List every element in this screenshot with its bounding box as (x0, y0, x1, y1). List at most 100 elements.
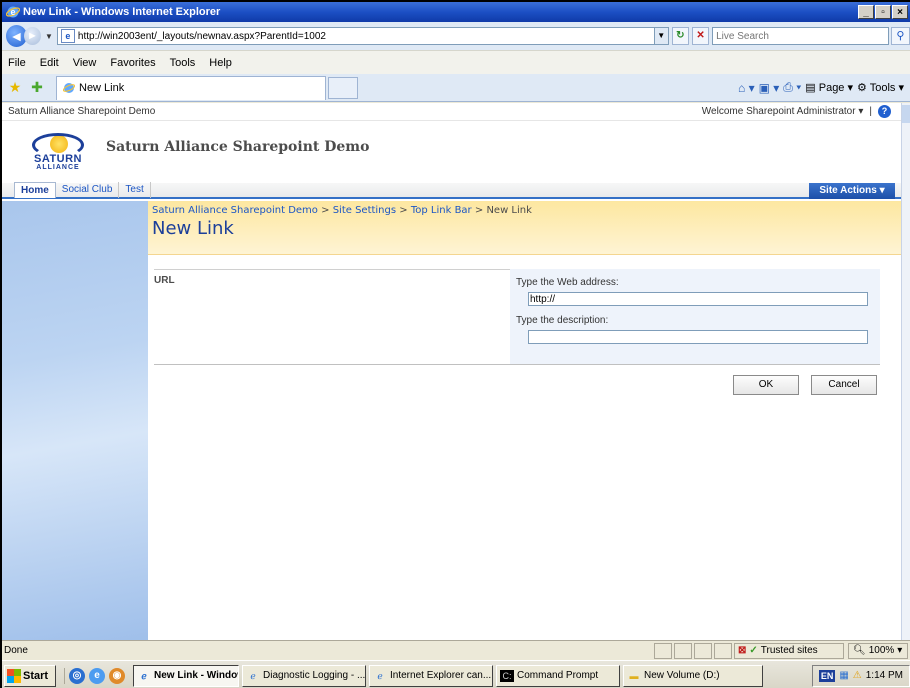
tab-new-link[interactable]: New Link (56, 75, 326, 100)
web-address-input[interactable] (528, 292, 868, 306)
nav-test[interactable]: Test (119, 182, 151, 198)
logo-subtext: ALLIANCE (36, 164, 80, 171)
breadcrumb-separator: > (399, 205, 408, 216)
status-bar: Done ⊠ ✓ Trusted sites 🔍︎ 100% ▾ (2, 640, 910, 660)
title-bar: e New Link - Windows Internet Explorer _… (2, 2, 910, 22)
maximize-button[interactable]: ▫ (875, 5, 891, 19)
welcome-menu[interactable]: Welcome Sharepoint Administrator ▾ (702, 106, 864, 117)
taskbar-label: New Volume (D:) (644, 670, 720, 681)
breadcrumb-top-link-bar[interactable]: Top Link Bar (411, 205, 472, 216)
blocked-icon: ⊠ (738, 645, 747, 656)
zoom-control[interactable]: 🔍︎ 100% ▾ (848, 642, 908, 659)
start-label: Start (23, 669, 49, 682)
zone-label: Trusted sites (760, 645, 818, 656)
help-icon[interactable]: ? (878, 105, 891, 118)
taskbar-label: Diagnostic Logging - ... (263, 670, 366, 681)
show-desktop-icon[interactable]: ◎ (69, 667, 85, 684)
menu-help[interactable]: Help (209, 57, 232, 69)
taskbar-ie-cannot[interactable]: ℯ Internet Explorer can... (369, 664, 493, 687)
ie-task-icon: ℯ (377, 670, 383, 681)
site-actions-label: Site Actions (819, 185, 877, 196)
ie-quicklaunch-icon[interactable]: e (89, 667, 105, 684)
print-icon[interactable]: ⎙ ▾ (783, 80, 801, 95)
system-tray: EN ▦ ⚠ 1:14 PM (811, 664, 910, 687)
trusted-check-icon: ✓ (749, 645, 758, 656)
taskbar-new-link[interactable]: ℯ New Link - Window... (133, 664, 239, 687)
breadcrumb-site-settings[interactable]: Site Settings (333, 205, 396, 216)
address-url[interactable]: http://win2003ent/_layouts/newnav.aspx?P… (78, 31, 654, 42)
folder-icon: ▬ (629, 670, 639, 681)
menu-file[interactable]: File (8, 57, 26, 69)
page-icon: e (60, 29, 75, 43)
breadcrumb-separator: > (321, 205, 330, 216)
url-fields: Type the Web address: Type the descripti… (510, 269, 880, 364)
menu-tools[interactable]: Tools (170, 57, 196, 69)
taskbar-new-volume[interactable]: ▬ New Volume (D:) (623, 664, 763, 687)
search-icon[interactable]: ⚲ (890, 27, 910, 45)
address-dropdown-icon[interactable]: ▼ (653, 28, 668, 44)
saturn-logo[interactable]: SATURN ALLIANCE (30, 129, 86, 175)
feeds-icon[interactable]: ▣ ▾ (759, 81, 780, 95)
site-link-top[interactable]: Saturn Alliance Sharepoint Demo (8, 106, 155, 117)
breadcrumb-current: New Link (486, 205, 532, 216)
breadcrumb-site[interactable]: Saturn Alliance Sharepoint Demo (152, 205, 318, 216)
ie-tab-icon (63, 83, 75, 93)
left-navigation (2, 201, 148, 640)
breadcrumb-separator: > (474, 205, 484, 216)
description-input[interactable] (528, 330, 868, 344)
tab-bar: ★ ✚ New Link ⌂ ▾ ▣ ▾ ⎙ ▾ ▤ Page ▾ ⚙ Tool… (2, 74, 910, 102)
add-favorites-icon[interactable]: ✚ (28, 79, 46, 96)
page-title: New Link (152, 218, 234, 239)
browser-window: e New Link - Windows Internet Explorer _… (0, 0, 910, 688)
security-alert-icon[interactable]: ⚠ (853, 670, 862, 681)
network-icon[interactable]: ▦ (839, 670, 848, 681)
page-menu[interactable]: ▤ Page ▾ (805, 81, 853, 94)
address-toolbar: ◄ ► ▼ e http://win2003ent/_layouts/newna… (2, 22, 910, 50)
zoom-icon: 🔍︎ (853, 645, 866, 656)
home-icon[interactable]: ⌂ ▾ (738, 81, 755, 95)
search-input[interactable] (713, 30, 888, 42)
menu-favorites[interactable]: Favorites (110, 57, 155, 69)
zoom-level: 100% (868, 645, 895, 656)
command-bar: ⌂ ▾ ▣ ▾ ⎙ ▾ ▤ Page ▾ ⚙ Tools ▾ (738, 80, 904, 95)
window-title: New Link - Windows Internet Explorer (23, 6, 221, 18)
forward-icon[interactable]: ► (23, 27, 41, 45)
favorites-star-icon[interactable]: ★ (6, 79, 24, 96)
vertical-scrollbar[interactable] (901, 103, 910, 640)
taskbar-command-prompt[interactable]: C: Command Prompt (496, 664, 620, 687)
tools-menu-label: Tools (869, 82, 896, 94)
ok-button[interactable]: OK (733, 375, 799, 395)
new-tab-button[interactable] (328, 76, 358, 99)
address-field[interactable]: e http://win2003ent/_layouts/newnav.aspx… (56, 27, 669, 45)
taskbar-label: Internet Explorer can... (390, 670, 492, 681)
main-content: Saturn Alliance Sharepoint Demo > Site S… (148, 201, 901, 640)
language-indicator[interactable]: EN (818, 669, 836, 682)
taskbar-label: New Link - Window... (154, 670, 238, 681)
separator: | (869, 106, 872, 117)
search-box[interactable] (712, 27, 889, 45)
ie-task-icon: ℯ (250, 670, 256, 681)
svg-text:e: e (10, 7, 15, 17)
sharepoint-top-bar: Saturn Alliance Sharepoint Demo Welcome … (2, 103, 901, 121)
history-dropdown-icon[interactable]: ▼ (45, 32, 53, 41)
page-body: Saturn Alliance Sharepoint Demo > Site S… (2, 201, 901, 640)
menu-edit[interactable]: Edit (40, 57, 59, 69)
media-player-icon[interactable]: ◉ (109, 667, 125, 684)
nav-home[interactable]: Home (14, 182, 56, 198)
nav-social-club[interactable]: Social Club (56, 182, 120, 198)
web-address-label: Type the Web address: (516, 277, 619, 288)
taskbar-label: Command Prompt (517, 670, 599, 681)
tools-menu[interactable]: ⚙ Tools ▾ (857, 81, 904, 94)
clock: 1:14 PM (865, 670, 903, 681)
site-actions-menu[interactable]: Site Actions ▾ (809, 183, 895, 199)
minimize-button[interactable]: _ (858, 5, 874, 19)
menu-view[interactable]: View (73, 57, 97, 69)
taskbar-diagnostic-logging[interactable]: ℯ Diagnostic Logging - ... (242, 664, 366, 687)
close-button[interactable]: × (892, 5, 908, 19)
security-zone[interactable]: ⊠ ✓ Trusted sites (734, 642, 844, 659)
cmd-icon: C: (500, 669, 514, 682)
start-button[interactable]: Start (4, 664, 56, 687)
stop-icon[interactable]: ✕ (691, 27, 710, 45)
cancel-button[interactable]: Cancel (811, 375, 877, 395)
refresh-icon[interactable]: ↻ (671, 27, 689, 45)
